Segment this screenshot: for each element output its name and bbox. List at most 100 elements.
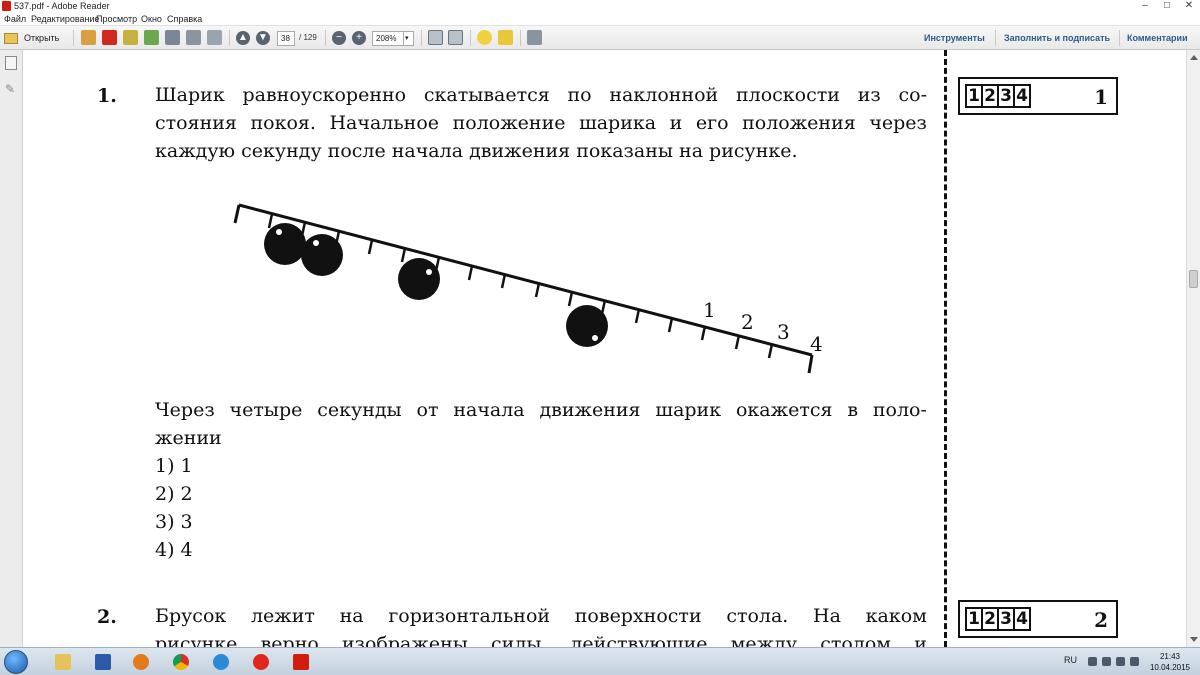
fit-page-icon[interactable] bbox=[428, 30, 443, 45]
word: в bbox=[847, 399, 859, 421]
zoom-in-button[interactable]: + bbox=[352, 31, 366, 45]
flag-icon[interactable] bbox=[1130, 657, 1139, 666]
word: равноускоренно bbox=[242, 84, 407, 106]
word: верно bbox=[260, 633, 319, 647]
zoom-dropdown-button[interactable]: ▾ bbox=[403, 31, 414, 46]
zoom-out-button[interactable]: − bbox=[332, 31, 346, 45]
folder-icon bbox=[4, 33, 18, 45]
question-1-number: 1. bbox=[97, 85, 117, 107]
page-thumbnails-icon[interactable] bbox=[5, 56, 17, 70]
ruler-tick bbox=[634, 308, 641, 324]
ball bbox=[566, 305, 608, 347]
comment-icon[interactable] bbox=[477, 30, 492, 45]
ball-position-2 bbox=[398, 258, 440, 300]
word: скатывается bbox=[423, 84, 550, 106]
create-pdf-icon[interactable] bbox=[81, 30, 96, 45]
word: со- bbox=[898, 84, 927, 106]
word: на bbox=[339, 605, 364, 627]
position-label-2: 2 bbox=[741, 310, 754, 334]
pdf-tools-icon[interactable] bbox=[102, 30, 117, 45]
word: лежит bbox=[250, 605, 315, 627]
scroll-thumb[interactable] bbox=[1189, 270, 1198, 288]
toolbar: Открыть ▲ ▼ 38 / 129 − + 208% ▾ Инструме… bbox=[0, 26, 1200, 50]
internet-explorer-icon bbox=[213, 654, 229, 670]
word: Брусок bbox=[155, 605, 227, 627]
answer-option-2: 2) 2 bbox=[155, 483, 193, 505]
share-icon[interactable] bbox=[123, 30, 138, 45]
ball-position-3 bbox=[566, 305, 608, 347]
taskbar-media-player[interactable] bbox=[126, 651, 156, 673]
word: от bbox=[416, 399, 439, 421]
word: На bbox=[813, 605, 841, 627]
cloud-upload-icon[interactable] bbox=[144, 30, 159, 45]
answer-cell: 4 bbox=[1013, 607, 1031, 631]
word: по bbox=[567, 84, 592, 106]
zoom-level-input[interactable]: 208% bbox=[372, 31, 404, 46]
navigation-panel: ✎ bbox=[0, 50, 23, 647]
toolbar-separator bbox=[470, 30, 471, 46]
fullscreen-icon[interactable] bbox=[527, 30, 542, 45]
word: поло- bbox=[872, 399, 927, 421]
fit-width-icon[interactable] bbox=[448, 30, 463, 45]
show-hidden-icons-icon[interactable] bbox=[1088, 657, 1097, 666]
page-number-input[interactable]: 38 bbox=[277, 31, 295, 46]
word: поверхности bbox=[574, 605, 702, 627]
taskbar-chrome[interactable] bbox=[166, 651, 196, 673]
word: окажется bbox=[735, 399, 833, 421]
ball bbox=[398, 258, 440, 300]
previous-page-button[interactable]: ▲ bbox=[236, 31, 250, 45]
vertical-scrollbar[interactable] bbox=[1186, 50, 1200, 647]
close-button[interactable]: ✕ bbox=[1178, 0, 1200, 12]
word: и bbox=[914, 633, 927, 647]
menu-view[interactable]: Просмотр bbox=[96, 12, 137, 26]
volume-icon[interactable] bbox=[1102, 657, 1111, 666]
ball-highlight bbox=[276, 229, 282, 235]
signature-pen-icon[interactable]: ✎ bbox=[5, 82, 17, 96]
highlight-icon[interactable] bbox=[498, 30, 513, 45]
maximize-button[interactable]: □ bbox=[1156, 0, 1178, 12]
window-title: 537.pdf - Adobe Reader bbox=[14, 1, 110, 11]
save-icon[interactable] bbox=[165, 30, 180, 45]
ruler-tick bbox=[500, 273, 507, 289]
answer-option-4: 4) 4 bbox=[155, 539, 193, 561]
question-2-line-1: Брусок лежит на горизонтальной поверхнос… bbox=[155, 602, 927, 630]
toolbar-separator bbox=[229, 30, 230, 46]
word: стояния bbox=[155, 112, 237, 134]
comments-link[interactable]: Комментарии bbox=[1127, 31, 1188, 45]
fill-and-sign-link[interactable]: Заполнить и подписать bbox=[1004, 31, 1110, 45]
email-icon[interactable] bbox=[207, 30, 222, 45]
scroll-up-arrow-icon[interactable] bbox=[1190, 55, 1198, 60]
question-1-line-3: каждую секунду после начала движения пок… bbox=[155, 140, 798, 162]
taskbar-internet-explorer[interactable] bbox=[206, 651, 236, 673]
menu-help[interactable]: Справка bbox=[167, 12, 202, 26]
page-total: / 129 bbox=[299, 33, 317, 42]
taskbar-yandex-browser[interactable] bbox=[246, 651, 276, 673]
start-button[interactable] bbox=[4, 650, 28, 674]
menu-edit[interactable]: Редактирование bbox=[31, 12, 100, 26]
ruler-tick bbox=[807, 354, 814, 374]
clock-time: 21:43 bbox=[1159, 652, 1181, 661]
open-button[interactable]: Открыть bbox=[4, 31, 70, 45]
word: Через bbox=[155, 399, 215, 421]
scroll-down-arrow-icon[interactable] bbox=[1190, 637, 1198, 642]
ball-position-0 bbox=[264, 223, 306, 265]
ruler-tick bbox=[233, 204, 241, 224]
word: изображены bbox=[341, 633, 468, 647]
taskbar-explorer[interactable] bbox=[48, 651, 78, 673]
word: между bbox=[730, 633, 798, 647]
inclined-plane-ruler bbox=[233, 203, 814, 374]
minimize-button[interactable]: – bbox=[1134, 0, 1156, 12]
language-indicator[interactable]: RU bbox=[1064, 655, 1077, 665]
taskbar-adobe-reader[interactable] bbox=[286, 651, 316, 673]
print-icon[interactable] bbox=[186, 30, 201, 45]
word: покоя. bbox=[250, 112, 316, 134]
word: положение bbox=[452, 112, 566, 134]
tools-link[interactable]: Инструменты bbox=[924, 31, 985, 45]
clock[interactable]: 21:43 10.04.2015 bbox=[1148, 651, 1192, 673]
taskbar-word[interactable] bbox=[88, 651, 118, 673]
network-icon[interactable] bbox=[1116, 657, 1125, 666]
menu-file[interactable]: Файл bbox=[4, 12, 26, 26]
menu-window[interactable]: Окно bbox=[141, 12, 162, 26]
question-1-prompt-line-1: Через четыре секунды от начала движения … bbox=[155, 396, 927, 424]
next-page-button[interactable]: ▼ bbox=[256, 31, 270, 45]
